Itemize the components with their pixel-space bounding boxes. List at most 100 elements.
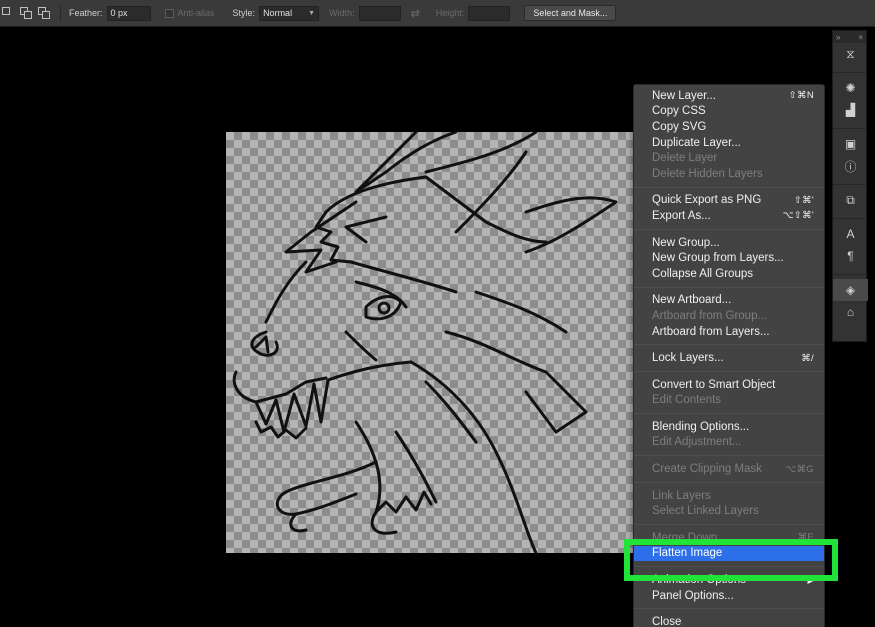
menu-item-label: Close <box>652 616 682 627</box>
menu-item-label: Link Layers <box>652 489 711 502</box>
character-icon[interactable]: A <box>833 223 868 245</box>
menu-item-shortcut: ⇧⌘N <box>788 90 814 102</box>
menu-item-copy-css[interactable]: Copy CSS <box>634 104 824 120</box>
menu-item-label: Artboard from Group... <box>652 309 768 322</box>
menu-item-panel-options[interactable]: Panel Options... <box>634 588 824 604</box>
menu-item-label: Edit Adjustment... <box>652 436 742 449</box>
menu-item-new-group-from-layers[interactable]: New Group from Layers... <box>634 250 824 266</box>
dragon-line-art <box>232 132 618 553</box>
menu-item-label: Artboard from Layers... <box>652 325 770 338</box>
menu-item-label: Delete Layer <box>652 152 718 165</box>
menu-item-label: Duplicate Layer... <box>652 136 741 149</box>
menu-item-lock-layers[interactable]: Lock Layers... ⌘/ <box>634 350 824 366</box>
select-and-mask-button[interactable]: Select and Mask... <box>524 5 617 21</box>
menu-item-label: Copy SVG <box>652 120 707 133</box>
menu-item-label: New Group... <box>652 236 720 249</box>
menu-item-label: Convert to Smart Object <box>652 378 776 391</box>
menu-item-shortcut: ⇧⌘' <box>793 194 814 206</box>
adjustments-icon[interactable]: ✺ <box>833 77 868 99</box>
add-to-selection-icon[interactable] <box>20 7 32 19</box>
properties-icon[interactable]: ▣ <box>833 133 868 155</box>
style-select[interactable]: Normal ▼ <box>259 5 320 21</box>
style-value: Normal <box>263 8 293 18</box>
menu-separator <box>634 566 824 568</box>
menu-item-new-group[interactable]: New Group... <box>634 235 824 251</box>
menu-item-label: New Artboard... <box>652 294 732 307</box>
layers-icon[interactable]: ◈ <box>833 279 868 301</box>
width-label: Width: <box>329 8 355 18</box>
menu-item-shortcut: ⌥⌘G <box>785 463 814 475</box>
menu-separator <box>634 608 824 610</box>
anti-alias-label: Anti-alias <box>177 8 215 18</box>
menu-item-label: Blending Options... <box>652 420 750 433</box>
submenu-arrow-icon: ▶ <box>807 575 814 585</box>
menu-item-link-layers: Link Layers <box>634 488 824 504</box>
menu-item-blending-options[interactable]: Blending Options... <box>634 419 824 435</box>
menu-item-label: Quick Export as PNG <box>652 194 762 207</box>
histogram-icon[interactable]: ▟ <box>833 99 868 121</box>
feather-label: Feather: <box>69 8 103 18</box>
new-selection-icon[interactable] <box>2 7 14 19</box>
panel-header: » × <box>833 31 866 43</box>
collapse-icon[interactable]: » <box>836 33 840 42</box>
menu-item-new-artboard[interactable]: New Artboard... <box>634 293 824 309</box>
menu-separator <box>634 228 824 230</box>
menu-item-duplicate-layer[interactable]: Duplicate Layer... <box>634 135 824 151</box>
menu-separator <box>634 524 824 526</box>
menu-item-label: Animation Options <box>652 574 746 587</box>
menu-item-label: Flatten Image <box>652 547 723 560</box>
menu-item-label: Export As... <box>652 209 711 222</box>
history-icon[interactable]: ⧖ <box>833 43 868 65</box>
menu-item-shortcut: ⌘E <box>797 532 814 544</box>
menu-item-label: Collapse All Groups <box>652 267 753 280</box>
paragraph-icon[interactable]: ¶ <box>833 245 868 267</box>
document-canvas[interactable] <box>226 132 646 553</box>
menu-item-delete-layer: Delete Layer <box>634 150 824 166</box>
width-input[interactable] <box>358 5 401 21</box>
menu-item-label: Panel Options... <box>652 589 734 602</box>
menu-separator <box>634 286 824 288</box>
menu-separator <box>634 370 824 372</box>
options-bar: Feather: 0 px Anti-alias Style: Normal ▼… <box>0 0 875 27</box>
menu-item-label: Merge Down <box>652 531 718 544</box>
menu-item-copy-svg[interactable]: Copy SVG <box>634 119 824 135</box>
menu-item-select-linked-layers: Select Linked Layers <box>634 503 824 519</box>
menu-item-export-as[interactable]: Export As... ⌥⇧⌘' <box>634 208 824 224</box>
menu-item-label: New Group from Layers... <box>652 252 784 265</box>
menu-item-quick-export-as-png[interactable]: Quick Export as PNG ⇧⌘' <box>634 193 824 209</box>
paths-icon[interactable]: ⌂ <box>833 301 868 323</box>
menu-item-shortcut: ⌘/ <box>801 352 814 364</box>
menu-item-flatten-image[interactable]: Flatten Image <box>634 545 824 562</box>
menu-item-edit-contents: Edit Contents <box>634 393 824 409</box>
info-icon[interactable]: ⓘ <box>833 155 868 177</box>
height-input[interactable] <box>468 5 511 21</box>
divider <box>60 5 61 21</box>
clone-source-icon[interactable]: ⧉ <box>833 189 868 211</box>
menu-item-collapse-all-groups[interactable]: Collapse All Groups <box>634 266 824 282</box>
menu-separator <box>634 455 824 457</box>
anti-alias-checkbox[interactable] <box>164 8 174 18</box>
menu-separator <box>634 413 824 415</box>
style-label: Style: <box>232 8 256 18</box>
chevron-down-icon: ▼ <box>308 9 316 17</box>
layers-context-menu: New Layer... ⇧⌘N Copy CSS Copy SVG Duplicate… <box>633 84 825 627</box>
feather-input[interactable]: 0 px <box>106 5 151 21</box>
swap-icon[interactable]: ⇄ <box>411 7 420 20</box>
menu-item-convert-to-smart-object[interactable]: Convert to Smart Object <box>634 377 824 393</box>
menu-item-animation-options[interactable]: Animation Options ▶ <box>634 572 824 588</box>
menu-item-label: Copy CSS <box>652 105 706 118</box>
menu-item-close[interactable]: Close <box>634 614 824 627</box>
right-panel-dock: » × ⧖ ✺ ▟ ▣ ⓘ ⧉ A ¶ ◈ ⌂ <box>832 30 868 342</box>
menu-item-label: Create Clipping Mask <box>652 463 762 476</box>
menu-item-artboard-from-group: Artboard from Group... <box>634 308 824 324</box>
menu-item-label: Edit Contents <box>652 394 722 407</box>
menu-separator <box>634 344 824 346</box>
menu-separator <box>634 186 824 188</box>
close-icon[interactable]: × <box>858 33 863 42</box>
menu-item-new-layer[interactable]: New Layer... ⇧⌘N <box>634 88 824 104</box>
subtract-selection-icon[interactable] <box>38 7 50 19</box>
menu-item-label: New Layer... <box>652 89 716 102</box>
menu-item-merge-down: Merge Down ⌘E <box>634 530 824 546</box>
menu-item-label: Select Linked Layers <box>652 505 759 518</box>
menu-item-artboard-from-layers[interactable]: Artboard from Layers... <box>634 324 824 340</box>
